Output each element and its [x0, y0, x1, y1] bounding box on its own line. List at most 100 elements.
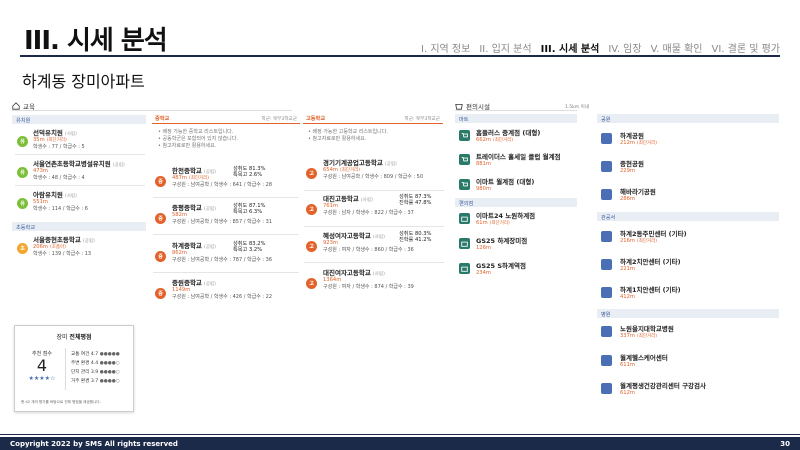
middle-school-icon: 중	[155, 176, 166, 187]
list-item[interactable]: 초 서울중현초등학교 (공립) 206m (초품아) 학생수 : 139 / 학급수…	[15, 234, 145, 257]
divider	[65, 348, 66, 390]
distance-note: (최단거리)	[489, 221, 510, 226]
nav-item[interactable]: I. 지역 정보	[421, 40, 470, 55]
distance-note: (최단거리)	[636, 334, 658, 339]
convenience-store-icon	[459, 263, 470, 274]
divider	[15, 154, 145, 155]
school-item[interactable]: 중 한천중학교 (공립) 487m (최단거리) 구성원 : 남여공학 / 학생수 …	[153, 165, 299, 195]
footer-divider	[0, 434, 800, 435]
school-tag: (사립)	[372, 272, 385, 277]
middle-school-header: 중학교 학군: 북부3학교군	[152, 114, 300, 124]
rating-title: 장미 전체평점	[56, 334, 92, 341]
special-rate: 특목고 2.6%	[233, 172, 263, 178]
list-item[interactable]: 이마트24 노원하계점 61m (최단거리)	[457, 210, 577, 228]
high-school-notes: • 배정 가능한 고등학교 리스트입니다. • 참고자료로만 활용하세요.	[308, 129, 388, 142]
school-item[interactable]: 고 대진고등학교 (사립) 761m 구성원 : 남자 / 학생수 : 822 /…	[304, 193, 444, 223]
overall-score: 4	[36, 356, 48, 375]
distance: 234m	[476, 270, 491, 276]
distance-note: (최단거리)	[636, 239, 658, 244]
divider	[15, 185, 145, 186]
school-name: 경기기계공업고등학교	[323, 159, 383, 167]
divider	[153, 272, 299, 273]
list-item[interactable]: 유 선덕유치원 (사립) 35m (최단거리) 학생수 : 77 / 학급수 : 5	[15, 127, 145, 150]
school-item[interactable]: 중 중평중학교 (공립) 582m 구성원 : 남여공학 / 학생수 : 857 …	[153, 202, 299, 232]
convenience-store-icon	[459, 213, 470, 224]
school-tag: (사립)	[360, 198, 373, 203]
facility-name: GS25 S하계역점	[476, 262, 526, 270]
park-icon	[601, 161, 612, 172]
facility-name: 하계1치안센터 (기타)	[620, 286, 681, 294]
building-icon	[601, 259, 612, 270]
facility-name: 월계헬스케어센터	[620, 354, 668, 362]
park-icon	[601, 133, 612, 144]
divider	[455, 110, 577, 111]
school-item[interactable]: 고 혜성여자고등학교 (사립) 923m 구성원 : 여자 / 학생수 : 860…	[304, 230, 444, 260]
nav-item[interactable]: II. 입지 분석	[479, 40, 531, 55]
school-name: 혜성여자고등학교	[323, 232, 371, 240]
school-info: 구성원 : 남여공학 / 학생수 : 857 / 학급수 : 31	[172, 219, 273, 225]
hospital-label: 병원	[597, 309, 779, 318]
rating-breakdown: 교통 여건 4.7 ●●●●● 주변 환경 4.4 ●●●●○ 단지 관리 3.…	[71, 352, 120, 384]
facility-info: 학생수 : 139 / 학급수 : 13	[33, 251, 92, 257]
distance: 662m	[476, 137, 491, 143]
cart-icon	[459, 179, 470, 190]
admission-rate: 진학률 41.2%	[399, 237, 432, 243]
building-icon	[601, 231, 612, 242]
distance: 216m	[620, 238, 635, 244]
facility-name: 하계2동주민센터 (기타)	[620, 230, 687, 238]
list-item[interactable]: 트레이더스 홀세일 클럽 월계점 881m	[457, 151, 577, 169]
cart-icon	[459, 154, 470, 165]
school-name: 대진여자고등학교	[323, 269, 371, 277]
school-item[interactable]: 고 경기기계공업고등학교 (공립) 654m (최단거리) 구성원 : 남여공학 /…	[304, 157, 444, 187]
list-item[interactable]: 이마트 월계점 (대형) 980m	[457, 176, 577, 194]
distance-note: (최단거리)	[636, 141, 658, 146]
list-item[interactable]: 하계공원 212m (최단거리)	[600, 130, 778, 150]
list-item[interactable]: 중현공원 229m	[600, 158, 778, 178]
facility-name: 서울연촌초등학교병설유치원	[33, 160, 111, 168]
distance: 229m	[620, 168, 635, 174]
divider	[304, 262, 444, 263]
list-item[interactable]: 유 아람유치원 (사립) 551m 학생수 : 114 / 학급수 : 6	[15, 189, 145, 212]
divider	[153, 197, 299, 198]
facility-name: 노원을지대학교병원	[620, 325, 674, 333]
list-item[interactable]: 노원을지대학교병원 337m (최단거리)	[600, 323, 778, 343]
list-item[interactable]: GS25 S하계역점 234m	[457, 260, 577, 278]
nav-item[interactable]: VI. 결론 및 평가	[711, 40, 780, 55]
facility-name: GS25 하계장미점	[476, 237, 528, 245]
list-item[interactable]: 유 서울연촌초등학교병설유치원 (공립) 473m 학생수 : 48 / 학급수 …	[15, 158, 145, 181]
school-info: 구성원 : 여자 / 학생수 : 860 / 학급수 : 36	[323, 247, 414, 253]
nav-item-active[interactable]: III. 시세 분석	[541, 40, 600, 55]
list-item[interactable]: 홈플러스 중계점 (대형) 662m (최단거리)	[457, 127, 577, 145]
page-title: III. 시세 분석	[24, 26, 168, 56]
school-name: 대진고등학교	[323, 195, 359, 203]
school-info: 구성원 : 남여공학 / 학생수 : 809 / 학급수 : 50	[323, 174, 424, 180]
high-school-icon: 고	[306, 241, 317, 252]
list-item[interactable]: 하계1치안센터 (기타) 412m	[600, 284, 778, 304]
list-item[interactable]: 월계평생건강관리센터 구강검사 612m	[600, 380, 778, 400]
school-name: 중원중학교	[172, 279, 202, 287]
cart-icon	[459, 130, 470, 141]
distance: 221m	[620, 266, 635, 272]
school-tag: (공립)	[203, 245, 216, 250]
building-icon	[601, 287, 612, 298]
divider	[304, 226, 444, 227]
facility-name: 이마트24 노원하계점	[476, 212, 536, 220]
list-item[interactable]: 해바라기공원 286m	[600, 186, 778, 206]
list-item[interactable]: 하계2치안센터 (기타) 221m	[600, 256, 778, 276]
school-item[interactable]: 중 하계중학교 (공립) 862m 구성원 : 남여공학 / 학생수 : 787 …	[153, 240, 299, 270]
distance: 337m	[620, 333, 635, 339]
facility-name: 선덕유치원	[33, 129, 63, 137]
nav-item[interactable]: V. 매물 확인	[651, 40, 703, 55]
list-item[interactable]: 월계헬스케어센터 611m	[600, 352, 778, 372]
park-label: 공원	[597, 114, 779, 123]
list-item[interactable]: GS25 하계장미점 126m	[457, 235, 577, 253]
distance-note: (최단거리)	[492, 138, 514, 143]
facility-name: 아람유치원	[33, 191, 63, 199]
school-info: 구성원 : 남여공학 / 학생수 : 426 / 학급수 : 22	[172, 294, 273, 300]
nav-item[interactable]: IV. 임장	[608, 40, 641, 55]
header-divider	[20, 55, 780, 57]
list-item[interactable]: 하계2동주민센터 (기타) 216m (최단거리)	[600, 228, 778, 248]
school-item[interactable]: 고 대진여자고등학교 (사립) 1364m 구성원 : 여자 / 학생수 : 87…	[304, 267, 444, 297]
school-item[interactable]: 중 중원중학교 (공립) 1149m 구성원 : 남여공학 / 학생수 : 426…	[153, 277, 299, 307]
facility-name: 해바라기공원	[620, 188, 656, 196]
